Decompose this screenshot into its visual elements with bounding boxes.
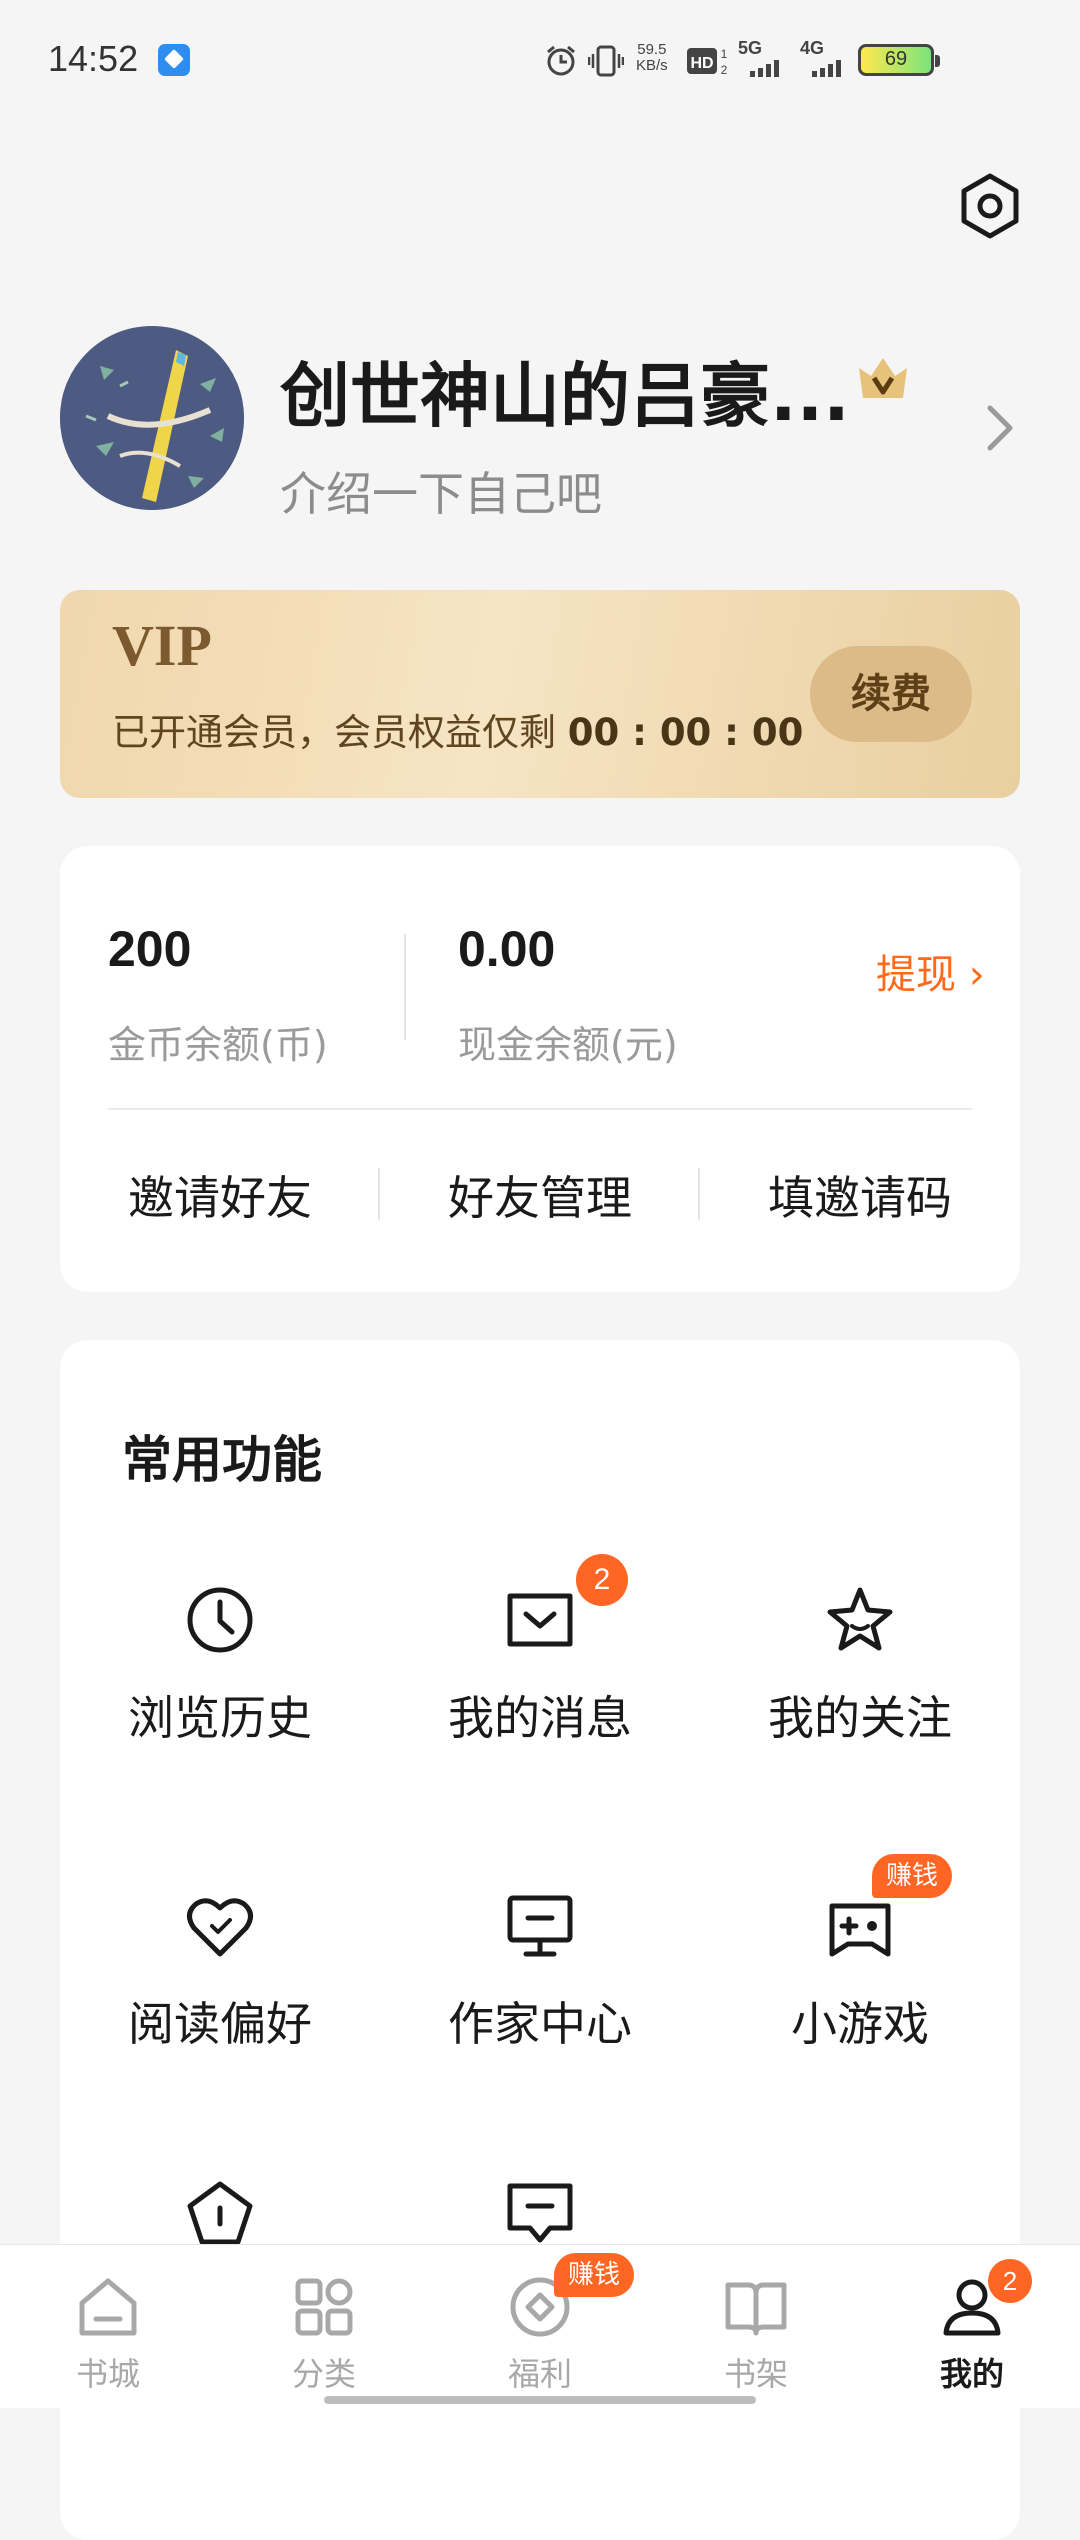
message-count-badge: 2 [576, 1554, 628, 1606]
username[interactable]: 创世神山的吕豪... [280, 340, 850, 441]
reading-preference-item[interactable]: 阅读偏好 [60, 1892, 380, 2092]
coin-balance-label: 金币余额(币) [108, 1023, 328, 1067]
monitor-icon [507, 1895, 573, 1957]
vip-countdown: 00 : 00 : 00 [567, 711, 804, 754]
vip-crown-icon [859, 358, 907, 398]
cash-balance-label: 现金余额(元) [458, 1023, 678, 1067]
vip-card[interactable]: VIP 已开通会员，会员权益仅剩 00 : 00 : 00 续费 [60, 590, 1020, 798]
nav-category[interactable]: 分类 [216, 2259, 432, 2393]
user-bio[interactable]: 介绍一下自己吧 [280, 458, 602, 524]
status-time: 14:52 [48, 38, 139, 79]
alarm-icon [547, 45, 575, 76]
enter-invite-code-link[interactable]: 填邀请码 [768, 1162, 952, 1228]
renew-button[interactable]: 续费 [810, 646, 972, 742]
invite-friends-link[interactable]: 邀请好友 [128, 1162, 312, 1228]
bottom-navigation: 书城 分类 赚钱 福利 书架 2 我的 [0, 2244, 1080, 2408]
avatar[interactable] [60, 326, 244, 510]
wallet-divider-horizontal [108, 1108, 972, 1110]
link-separator [378, 1168, 380, 1220]
vip-title: VIP [112, 613, 212, 678]
chevron-right-icon[interactable] [980, 400, 1020, 456]
func-label: 我的关注 [768, 1691, 952, 1745]
signal-strength-1-icon [750, 60, 779, 77]
link-separator [698, 1168, 700, 1220]
svg-text:2: 2 [721, 63, 728, 77]
wallet-card: 200 金币余额(币) 0.00 现金余额(元) 提现 › 邀请好友 好友管理 … [60, 846, 1020, 1292]
earn-money-badge: 赚钱 [554, 2253, 635, 2297]
nav-mine[interactable]: 2 我的 [864, 2259, 1080, 2393]
svg-text:HD: HD [690, 55, 713, 72]
section-title: 常用功能 [122, 1431, 322, 1489]
func-label: 我的消息 [448, 1691, 632, 1745]
avatar-image [60, 326, 244, 510]
network-speed-value: 59.5 [637, 41, 667, 58]
feedback-icon [507, 2183, 573, 2243]
wallet-divider [404, 934, 406, 1040]
nav-label: 福利 [507, 2355, 572, 2393]
svg-text:1: 1 [721, 47, 728, 61]
battery-level: 69 [884, 48, 908, 70]
nav-bookstore[interactable]: 书城 [0, 2259, 216, 2393]
vip-description-text: 已开通会员，会员权益仅剩 [112, 711, 568, 754]
star-icon [827, 1587, 893, 1651]
nav-label: 书架 [723, 2355, 788, 2393]
pentagon-info-icon [187, 2181, 253, 2245]
settings-icon[interactable] [956, 172, 1024, 240]
notification-count-badge: 2 [988, 2259, 1032, 2303]
nav-bookshelf[interactable]: 书架 [648, 2259, 864, 2393]
nav-label: 书城 [75, 2355, 140, 2393]
network-speed: 59.5 KB/s [636, 42, 668, 74]
grid-icon [295, 2278, 353, 2336]
func-label: 作家中心 [448, 1997, 632, 2051]
home-icon [79, 2278, 137, 2336]
status-bar: 14:52 59.5 KB/s HD 1 2 5G 4G 69 [0, 0, 1080, 120]
mini-games-item[interactable]: 赚钱 小游戏 [700, 1854, 1020, 2092]
signal-strength-2-icon [812, 60, 841, 77]
battery-indicator: 69 [858, 44, 940, 76]
clock-icon [187, 1587, 253, 1653]
friend-management-link[interactable]: 好友管理 [448, 1162, 632, 1228]
sim2-network-type: 4G [800, 38, 825, 58]
func-label: 浏览历史 [128, 1691, 312, 1745]
my-messages-item[interactable]: 2 我的消息 [380, 1554, 700, 1786]
message-icon [507, 1593, 573, 1647]
withdraw-link[interactable]: 提现 › [876, 942, 985, 1000]
network-speed-unit: KB/s [636, 57, 668, 74]
func-label: 小游戏 [791, 1997, 929, 2051]
book-icon [725, 2282, 787, 2336]
browse-history-item[interactable]: 浏览历史 [60, 1586, 380, 1786]
hd-icon: HD 1 2 [687, 47, 728, 77]
app-notification-icon [158, 44, 190, 76]
nav-label: 我的 [939, 2355, 1004, 2393]
writer-center-item[interactable]: 作家中心 [380, 1892, 700, 2092]
home-indicator[interactable] [324, 2396, 756, 2404]
nav-welfare[interactable]: 赚钱 福利 [432, 2253, 648, 2393]
gamepad-icon [829, 1903, 891, 1957]
vip-description: 已开通会员，会员权益仅剩 00 : 00 : 00 [112, 702, 803, 756]
earn-money-badge: 赚钱 [872, 1854, 953, 1898]
my-follows-item[interactable]: 我的关注 [700, 1586, 1020, 1786]
heart-icon [187, 1898, 253, 1957]
nav-label: 分类 [291, 2355, 356, 2393]
sim1-network-type: 5G [738, 38, 763, 58]
func-label: 阅读偏好 [128, 1997, 312, 2051]
vibrate-icon [588, 45, 624, 77]
cash-balance[interactable]: 0.00 [458, 920, 555, 978]
coin-balance[interactable]: 200 [108, 920, 191, 978]
